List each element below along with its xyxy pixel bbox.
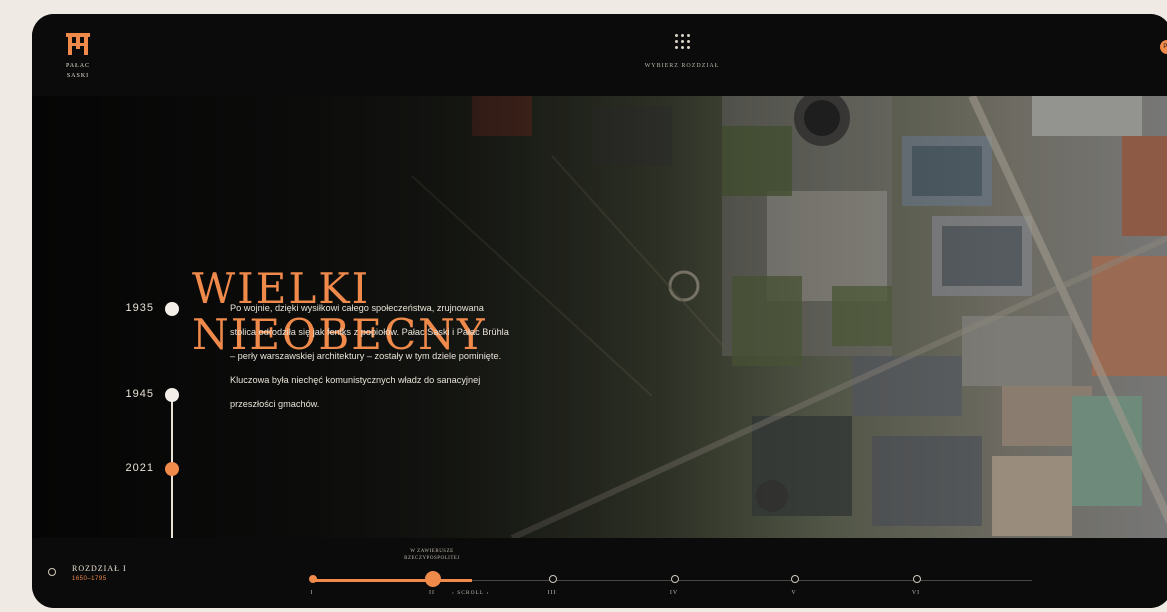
chapter-indicator-icon: [48, 568, 56, 576]
logo[interactable]: PAŁAC SASKI: [58, 32, 98, 80]
timeline-dot-1945[interactable]: [165, 388, 179, 402]
step-2-dot: [425, 571, 441, 587]
chapter-picker-button[interactable]: WYBIERZ ROZDZIAŁ: [612, 34, 752, 69]
current-chapter-title[interactable]: ROZDZIAŁ I: [72, 564, 127, 573]
current-step-caption: W ZAWIERUSZE RZECZYPOSPOLITEJ: [404, 549, 460, 561]
grid-menu-icon: [674, 34, 690, 49]
step-4-dot: [671, 575, 679, 583]
logo-text-line2: SASKI: [66, 73, 90, 79]
chapter-body-text: Po wojnie, dzięki wysiłkowi całego społe…: [230, 303, 509, 409]
step-4-label: IV: [669, 590, 679, 596]
step-5-dot: [791, 575, 799, 583]
timeline-dot-1935[interactable]: [165, 302, 179, 316]
timeline-year-1945: 1945: [125, 388, 154, 400]
step-6-dot: [913, 575, 921, 583]
timeline-year-2021: 2021: [125, 462, 154, 474]
top-bar: PAŁAC SASKI WYBIERZ ROZDZIAŁ PL: [32, 14, 1167, 96]
language-toggle[interactable]: PL: [1160, 40, 1167, 54]
step-3-label: III: [547, 590, 557, 596]
step-1-dot: [309, 575, 317, 583]
chapter-progress-fill: [312, 579, 472, 582]
timeline-year-1935: 1935: [125, 302, 154, 314]
timeline-dot-2021[interactable]: [165, 462, 179, 476]
current-chapter-years: 1650–1795: [72, 576, 107, 582]
app-frame: PAŁAC SASKI WYBIERZ ROZDZIAŁ PL: [32, 14, 1167, 608]
step-5-label: V: [791, 590, 797, 596]
step-6-label: VI: [911, 590, 921, 596]
step-3-dot: [549, 575, 557, 583]
palace-logo-icon: [66, 33, 90, 55]
scroll-hint: ‹ SCROLL ›: [452, 590, 490, 596]
step-1-label: I: [310, 590, 314, 596]
logo-text-line1: PAŁAC: [65, 63, 91, 69]
chapter-picker-label: WYBIERZ ROZDZIAŁ: [644, 63, 720, 69]
chapter-navigation: ROZDZIAŁ I 1650–1795 I W ZAWIERUSZE RZEC…: [32, 538, 1167, 608]
aerial-map: Wielki Nieobecny 1935 1945 2021 Po wojni…: [32, 96, 1167, 538]
